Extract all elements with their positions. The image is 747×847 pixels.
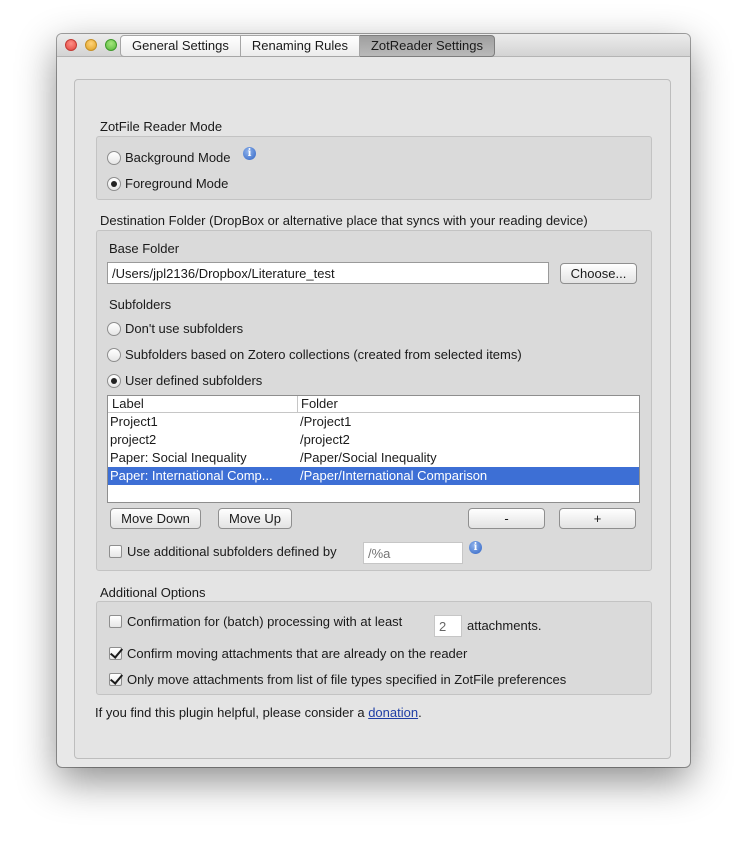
additional-subfolders-option[interactable]: Use additional subfolders defined by (109, 544, 337, 559)
tab-zotreader-settings[interactable]: ZotReader Settings (359, 35, 495, 57)
confirm-batch-count-input[interactable] (434, 615, 462, 637)
user-subfolders-option[interactable]: User defined subfolders (107, 373, 262, 388)
only-move-label: Only move attachments from list of file … (127, 672, 567, 687)
additional-subfolders-checkbox[interactable] (109, 545, 122, 558)
collection-subfolders-radio[interactable] (107, 347, 121, 362)
remove-subfolder-button[interactable]: - (468, 508, 545, 529)
row-label: Paper: Social Inequality (110, 450, 247, 465)
user-subfolders-label: User defined subfolders (125, 373, 263, 388)
row-label: project2 (110, 432, 157, 447)
table-row-selected[interactable]: Paper: International Comp... /Paper/Inte… (108, 467, 639, 485)
base-folder-input[interactable] (107, 262, 549, 284)
background-mode-option[interactable]: Background Mode (107, 150, 231, 165)
row-folder: /Project1 (300, 414, 352, 429)
row-label: Paper: International Comp... (110, 468, 273, 483)
confirm-moving-checkbox[interactable] (109, 647, 122, 660)
confirm-moving-label: Confirm moving attachments that are alre… (127, 646, 468, 661)
add-subfolder-button[interactable]: + (559, 508, 636, 529)
additional-subfolders-label: Use additional subfolders defined by (127, 544, 337, 559)
column-header-folder[interactable]: Folder (297, 396, 338, 412)
info-icon[interactable]: i (469, 541, 482, 554)
footer-text: If you find this plugin helpful, please … (95, 705, 365, 720)
confirm-moving-option[interactable]: Confirm moving attachments that are alre… (109, 646, 467, 661)
subfolders-label: Subfolders (109, 297, 172, 312)
row-label: Project1 (110, 414, 158, 429)
row-folder: /project2 (300, 432, 350, 447)
move-up-button[interactable]: Move Up (218, 508, 292, 529)
table-row[interactable]: Project1 /Project1 (108, 413, 639, 431)
destination-heading: Destination Folder (DropBox or alternati… (100, 213, 588, 228)
tab-renaming-rules[interactable]: Renaming Rules (240, 35, 360, 57)
subfolder-table[interactable]: Label Folder Project1 /Project1 project2… (107, 395, 640, 503)
foreground-mode-radio[interactable] (107, 176, 121, 191)
info-icon[interactable]: i (243, 147, 256, 160)
table-header: Label Folder (108, 396, 639, 413)
move-down-button[interactable]: Move Down (110, 508, 201, 529)
column-header-label[interactable]: Label (112, 396, 144, 412)
no-subfolders-label: Don't use subfolders (125, 321, 244, 336)
donation-link[interactable]: donation (368, 705, 418, 720)
attachments-label: attachments. (467, 618, 542, 633)
only-move-checkbox[interactable] (109, 673, 122, 686)
no-subfolders-option[interactable]: Don't use subfolders (107, 321, 243, 336)
additional-options-heading: Additional Options (100, 585, 206, 600)
background-mode-label: Background Mode (125, 150, 231, 165)
confirm-batch-option[interactable]: Confirmation for (batch) processing with… (109, 614, 402, 629)
foreground-mode-option[interactable]: Foreground Mode (107, 176, 228, 191)
table-row[interactable]: Paper: Social Inequality /Paper/Social I… (108, 449, 639, 467)
tab-bar: General Settings Renaming Rules ZotReade… (120, 35, 495, 57)
collection-subfolders-option[interactable]: Subfolders based on Zotero collections (… (107, 347, 522, 362)
collection-subfolders-label: Subfolders based on Zotero collections (… (125, 347, 522, 362)
row-folder: /Paper/International Comparison (300, 468, 488, 483)
row-folder: /Paper/Social Inequality (300, 450, 437, 465)
user-subfolders-radio[interactable] (107, 373, 121, 388)
footer-period: . (418, 705, 422, 720)
foreground-mode-label: Foreground Mode (125, 176, 229, 191)
background-mode-radio[interactable] (107, 150, 121, 165)
choose-folder-button[interactable]: Choose... (560, 263, 637, 284)
no-subfolders-radio[interactable] (107, 321, 121, 336)
reader-mode-heading: ZotFile Reader Mode (100, 119, 223, 134)
tab-general-settings[interactable]: General Settings (120, 35, 241, 57)
confirm-batch-label: Confirmation for (batch) processing with… (127, 614, 403, 629)
base-folder-label: Base Folder (109, 241, 180, 256)
only-move-option[interactable]: Only move attachments from list of file … (109, 672, 566, 687)
additional-subfolders-input[interactable] (363, 542, 463, 564)
footer-note: If you find this plugin helpful, please … (95, 705, 422, 720)
table-row[interactable]: project2 /project2 (108, 431, 639, 449)
confirm-batch-checkbox[interactable] (109, 615, 122, 628)
